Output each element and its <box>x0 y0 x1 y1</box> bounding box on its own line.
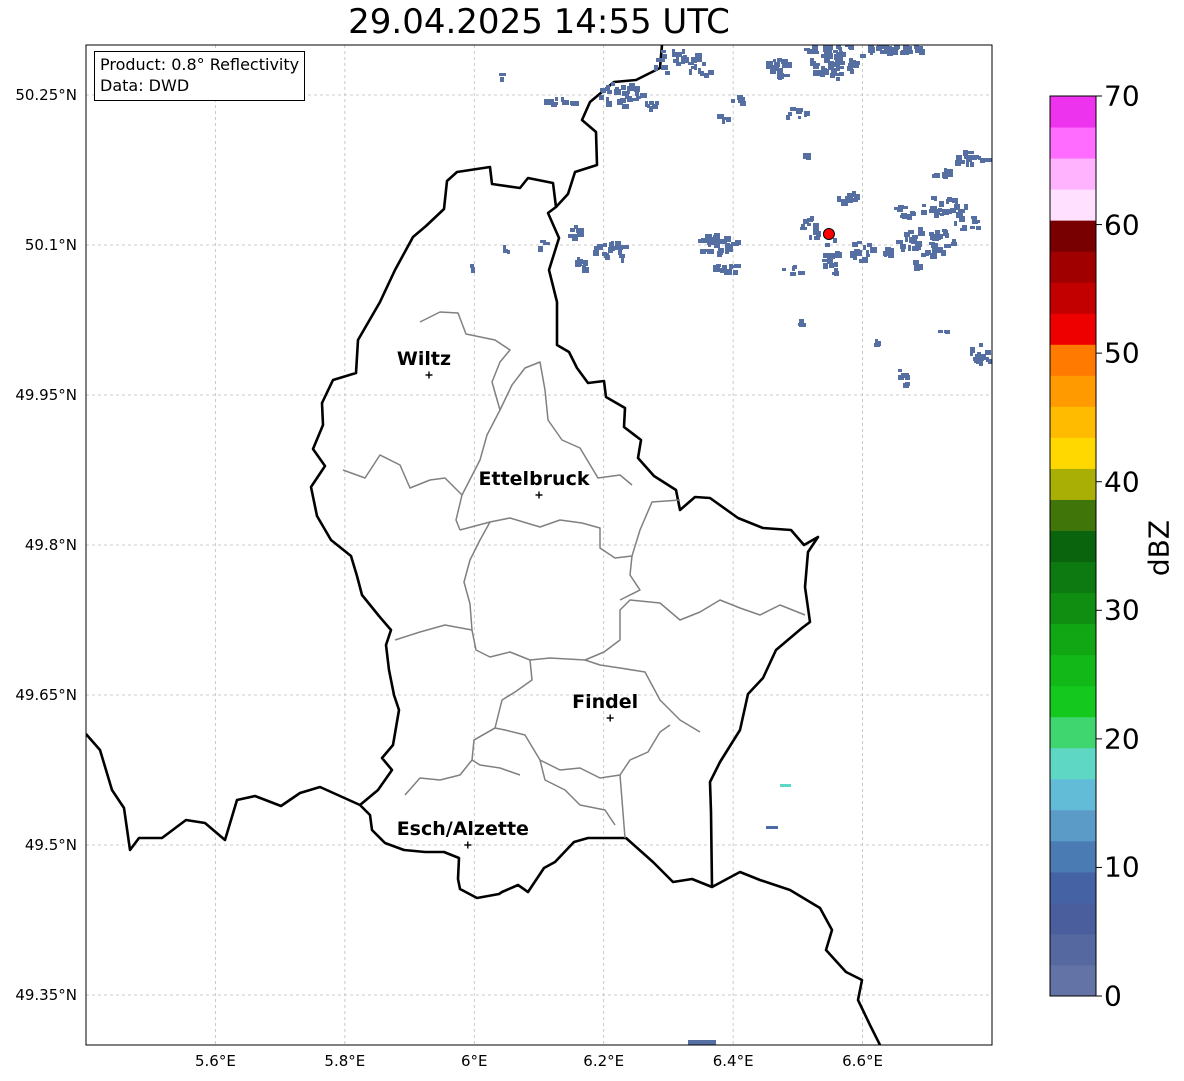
radar-map <box>85 44 1102 1046</box>
lat-tick-label: 50.25°N <box>15 86 77 104</box>
colorbar-segment <box>1050 933 1096 966</box>
colorbar-segment <box>1050 592 1096 625</box>
colorbar-segment <box>1050 251 1096 283</box>
data-source-text: Data: DWD <box>100 76 190 95</box>
colorbar-segment <box>1050 871 1096 904</box>
colorbar-segment <box>1050 685 1096 718</box>
colorbar-segment <box>1050 158 1096 190</box>
colorbar-segment <box>1050 778 1096 811</box>
colorbar-segment <box>1050 313 1096 345</box>
city-marker <box>425 371 433 379</box>
colorbar-segment <box>1050 344 1096 376</box>
city-label: Ettelbruck <box>478 468 590 490</box>
city-label: Esch/Alzette <box>396 818 529 840</box>
colorbar-segment <box>1050 964 1096 997</box>
germany-border-north <box>555 45 664 208</box>
radar-site-marker <box>822 228 835 240</box>
colorbar-tick-label: 60 <box>1104 208 1140 242</box>
city-marker <box>606 714 614 722</box>
lat-tick-label: 50.1°N <box>24 236 77 254</box>
lon-tick-label: 5.8°E <box>324 1052 366 1070</box>
colorbar-segment <box>1050 654 1096 687</box>
colorbar-label: dBZ <box>1142 519 1176 577</box>
lat-tick-label: 49.8°N <box>24 536 77 554</box>
city-marker <box>464 841 472 849</box>
colorbar-tick-label: 10 <box>1104 850 1140 884</box>
colorbar-tick-label: 30 <box>1104 593 1140 627</box>
colorbar-tick-label: 20 <box>1104 722 1140 756</box>
lat-tick-label: 49.65°N <box>15 686 77 704</box>
lat-tick-label: 49.5°N <box>24 836 77 854</box>
colorbar-segment <box>1050 96 1096 128</box>
colorbar-segment <box>1050 499 1096 531</box>
colorbar-segment <box>1050 840 1096 873</box>
lat-tick-label: 49.35°N <box>15 986 77 1004</box>
colorbar-segment <box>1050 127 1096 159</box>
colorbar-tick-label: 70 <box>1104 79 1140 113</box>
colorbar-segment <box>1050 282 1096 314</box>
radar-echoes <box>470 45 992 1045</box>
city-marker <box>535 491 543 499</box>
colorbar-segment <box>1050 716 1096 749</box>
colorbar-segment <box>1050 747 1096 780</box>
colorbar-segment <box>1050 189 1096 221</box>
colorbar <box>1049 95 1102 997</box>
lon-tick-label: 6.4°E <box>712 1052 754 1070</box>
colorbar-segment <box>1050 468 1096 500</box>
colorbar-segment <box>1050 561 1096 594</box>
city-label: Findel <box>572 691 639 713</box>
lon-tick-label: 6.2°E <box>583 1052 625 1070</box>
lon-tick-label: 5.6°E <box>195 1052 236 1070</box>
product-info-box: Product: 0.8° Reflectivity Data: DWD <box>94 51 306 101</box>
canton-borders <box>342 311 806 839</box>
city-label: Wiltz <box>396 348 452 370</box>
lon-tick-label: 6°E <box>461 1052 488 1070</box>
colorbar-segment <box>1050 437 1096 469</box>
colorbar-segment <box>1050 623 1096 656</box>
colorbar-tick-label: 0 <box>1104 979 1122 1013</box>
colorbar-tick-label: 50 <box>1104 336 1140 370</box>
lat-tick-label: 49.95°N <box>15 386 77 404</box>
colorbar-segment <box>1050 530 1096 563</box>
product-text: Product: 0.8° Reflectivity <box>100 55 300 74</box>
colorbar-tick-label: 40 <box>1104 465 1140 499</box>
colorbar-segment <box>1050 406 1096 438</box>
belgium-france-border <box>86 733 361 852</box>
lon-tick-label: 6.6°E <box>842 1052 883 1070</box>
luxembourg-border <box>309 165 820 900</box>
colorbar-segment <box>1050 220 1096 252</box>
colorbar-segment <box>1050 809 1096 842</box>
france-germany-border <box>711 870 882 1045</box>
colorbar-segment <box>1050 902 1096 935</box>
colorbar-segment <box>1050 375 1096 407</box>
